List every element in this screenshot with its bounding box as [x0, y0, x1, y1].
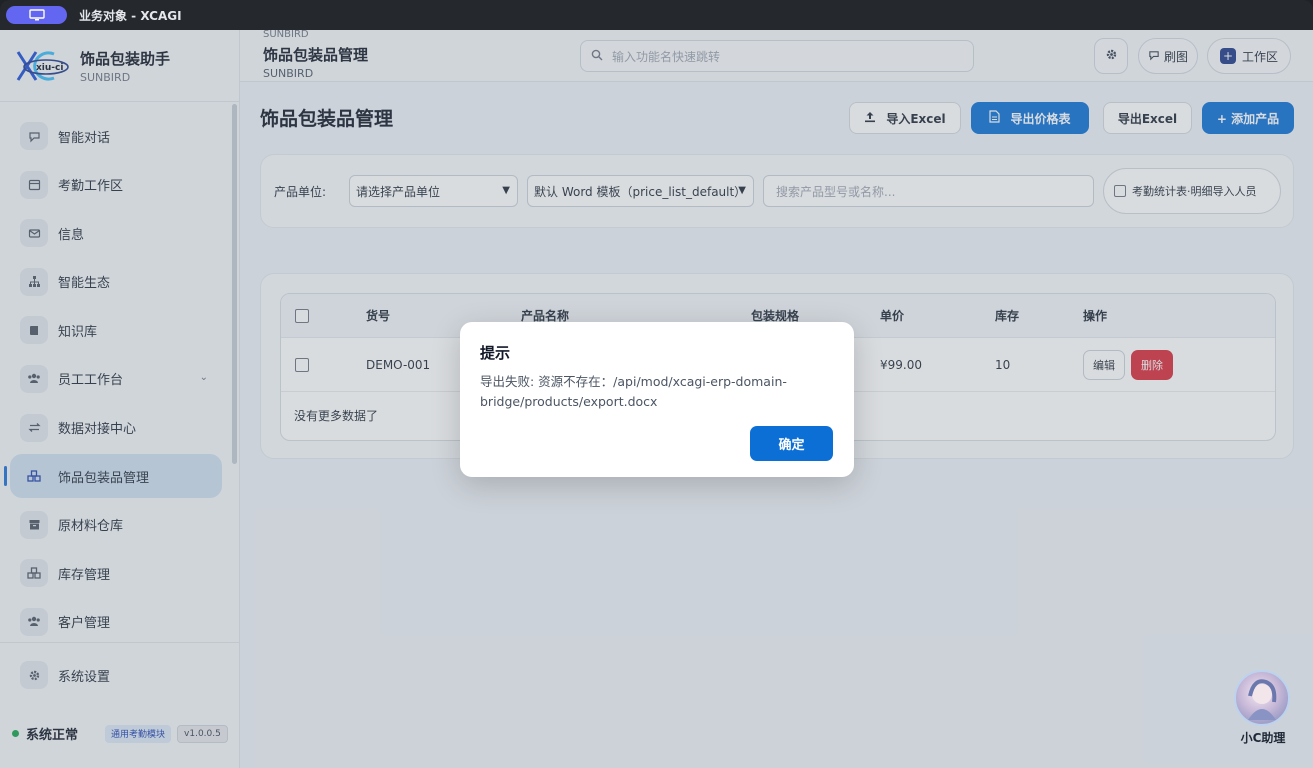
window-title: 业务对象 - XCAGI: [79, 8, 182, 23]
dialog-message: 导出失败: 资源不存在：/api/mod/xcagi-erp-domain-br…: [480, 374, 787, 409]
dialog-title: 提示: [480, 344, 511, 362]
assistant-avatar[interactable]: [1234, 670, 1290, 726]
confirm-button[interactable]: 确定: [750, 426, 833, 461]
monitor-icon[interactable]: [6, 6, 67, 24]
assistant-label: 小C助理: [1240, 731, 1286, 745]
window-titlebar: 业务对象 - XCAGI: [0, 0, 1313, 30]
alert-dialog: 提示 导出失败: 资源不存在：/api/mod/xcagi-erp-domain…: [460, 322, 854, 477]
